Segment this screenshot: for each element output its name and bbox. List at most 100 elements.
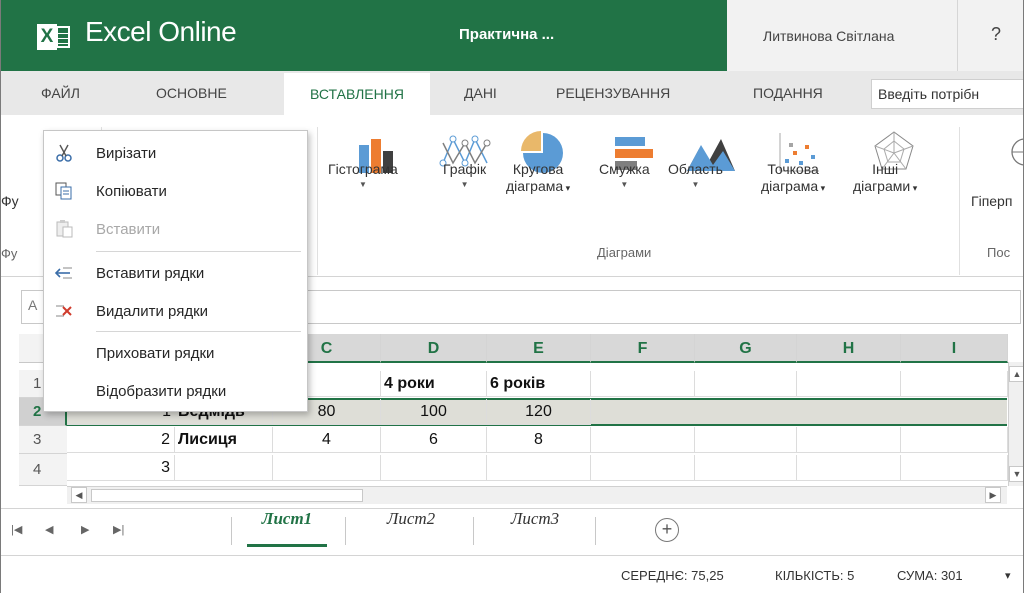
tab-separator: [473, 517, 474, 545]
cell-a4[interactable]: 3: [67, 455, 175, 481]
horizontal-scrollbar[interactable]: ◀ ▶: [67, 486, 1007, 504]
column-chart-button[interactable]: Гістограма ▼: [328, 161, 398, 192]
insert-rows-icon: [54, 267, 72, 279]
menu-separator: [96, 251, 301, 252]
cell-g4[interactable]: [695, 455, 797, 481]
vertical-scrollbar[interactable]: ▲ ▼: [1008, 362, 1023, 486]
cell-e1[interactable]: 6 років: [487, 371, 591, 397]
user-area[interactable]: Литвинова Світлана: [727, 0, 957, 71]
tab-review[interactable]: РЕЦЕНЗУВАННЯ: [556, 71, 670, 115]
ribbon-separator: [317, 127, 318, 275]
menu-item-delete-rows[interactable]: Видалити рядки: [44, 293, 307, 329]
name-box[interactable]: А: [28, 297, 37, 313]
status-average: СЕРЕДНЄ: 75,25: [621, 568, 724, 583]
cell-g3[interactable]: [695, 427, 797, 453]
cell-b4[interactable]: [175, 455, 273, 481]
cell-h1[interactable]: [797, 371, 901, 397]
scroll-down-icon[interactable]: ▼: [1009, 466, 1023, 482]
menu-item-cut[interactable]: Вирізати: [44, 135, 307, 171]
cell-d2[interactable]: 100: [381, 399, 487, 425]
cell-d4[interactable]: [381, 455, 487, 481]
cell-e2[interactable]: 120: [487, 399, 591, 425]
tab-file[interactable]: ФАЙЛ: [41, 71, 80, 115]
paste-icon: [56, 220, 73, 238]
cell-h3[interactable]: [797, 427, 901, 453]
user-name[interactable]: Литвинова Світлана: [763, 28, 894, 44]
menu-item-hide-rows-label: Приховати рядки: [96, 345, 215, 362]
cell-g1[interactable]: [695, 371, 797, 397]
other-charts-button[interactable]: Інші діаграми ▾: [853, 161, 917, 197]
tab-insert[interactable]: ВСТАВЛЕННЯ: [284, 71, 430, 116]
add-sheet-icon[interactable]: +: [655, 518, 679, 542]
help-area[interactable]: ?: [957, 0, 1023, 71]
cell-f3[interactable]: [591, 427, 695, 453]
excel-logo[interactable]: X: [37, 22, 73, 52]
scatter-chart-label-line1: Точкова: [767, 161, 819, 177]
tab-data[interactable]: ДАНІ: [464, 71, 497, 115]
document-title[interactable]: Практична ...: [459, 26, 554, 43]
cell-b3[interactable]: Лисиця: [175, 427, 273, 453]
scroll-left-icon[interactable]: ◀: [71, 487, 87, 503]
app-name[interactable]: Excel Online: [85, 16, 237, 48]
menu-item-copy[interactable]: Копіювати: [44, 173, 307, 209]
menu-item-delete-rows-label: Видалити рядки: [96, 303, 209, 320]
last-sheet-icon[interactable]: ▶|: [113, 523, 124, 536]
scatter-chart-label-line2: діаграма: [761, 178, 819, 194]
row-header-4[interactable]: 4: [19, 454, 67, 486]
excel-logo-letter: X: [37, 24, 57, 50]
scroll-right-icon[interactable]: ▶: [985, 487, 1001, 503]
cell-a3[interactable]: 2: [67, 427, 175, 453]
status-dropdown-icon[interactable]: ▾: [1005, 569, 1011, 582]
cell-i3[interactable]: [901, 427, 1008, 453]
line-chart-label: Графік: [443, 161, 487, 177]
line-chart-button[interactable]: Графік ▼: [443, 161, 486, 192]
cell-i4[interactable]: [901, 455, 1008, 481]
column-header-f[interactable]: F: [591, 334, 695, 363]
previous-sheet-icon[interactable]: ◀: [45, 523, 53, 536]
ribbon-functions-clipped[interactable]: Фу: [1, 193, 19, 210]
sheet-tab-2[interactable]: Лист2: [361, 509, 461, 547]
cell-e4[interactable]: [487, 455, 591, 481]
chevron-down-icon: ▼: [691, 180, 700, 189]
cell-d1[interactable]: 4 роки: [381, 371, 487, 397]
horizontal-scroll-thumb[interactable]: [91, 489, 363, 502]
tab-home[interactable]: ОСНОВНЕ: [156, 71, 227, 115]
cell-e3[interactable]: 8: [487, 427, 591, 453]
chevron-down-icon: ▼: [460, 180, 469, 189]
cell-h4[interactable]: [797, 455, 901, 481]
sheet-tab-1[interactable]: Лист1: [247, 509, 327, 547]
menu-item-paste[interactable]: Вставити: [44, 211, 307, 247]
column-header-i[interactable]: I: [901, 334, 1008, 363]
cell-f4[interactable]: [591, 455, 695, 481]
cell-c3[interactable]: 4: [273, 427, 381, 453]
column-header-d[interactable]: D: [381, 334, 487, 363]
next-sheet-icon[interactable]: ▶: [81, 523, 89, 536]
area-chart-button[interactable]: Область ▼: [668, 161, 723, 192]
sheet-tab-3[interactable]: Лист3: [485, 509, 585, 547]
menu-item-insert-rows-label: Вставити рядки: [96, 265, 205, 282]
column-header-h[interactable]: H: [797, 334, 901, 363]
column-header-g[interactable]: G: [695, 334, 797, 363]
ribbon-tabs: ФАЙЛ ОСНОВНЕ ВСТАВЛЕННЯ ДАНІ РЕЦЕНЗУВАНН…: [1, 71, 1023, 116]
menu-item-unhide-rows[interactable]: Відобразити рядки: [44, 373, 307, 409]
tab-view[interactable]: ПОДАННЯ: [753, 71, 823, 115]
other-charts-label-line2: діаграми: [853, 178, 911, 194]
scatter-chart-button[interactable]: Точкова діаграма ▾: [761, 161, 825, 197]
cell-f1[interactable]: [591, 371, 695, 397]
cell-d3[interactable]: 6: [381, 427, 487, 453]
menu-item-insert-rows[interactable]: Вставити рядки: [44, 255, 307, 291]
menu-item-hide-rows[interactable]: Приховати рядки: [44, 335, 307, 371]
first-sheet-icon[interactable]: |◀: [11, 523, 22, 536]
hyperlink-button[interactable]: Гіперп: [971, 193, 1012, 210]
scroll-up-icon[interactable]: ▲: [1009, 366, 1023, 382]
bar-chart-button[interactable]: Смужка ▼: [599, 161, 650, 192]
cell-c4[interactable]: [273, 455, 381, 481]
pie-chart-button[interactable]: Кругова діаграма ▾: [506, 161, 570, 197]
help-icon[interactable]: ?: [991, 24, 1001, 45]
cell-i1[interactable]: [901, 371, 1008, 397]
column-header-e[interactable]: E: [487, 334, 591, 363]
tab-separator: [595, 517, 596, 545]
sheet-tabs-bar: |◀ ◀ ▶ ▶| Лист1 Лист2 Лист3 +: [1, 508, 1023, 554]
tell-me-input[interactable]: Введіть потрібн: [871, 79, 1023, 109]
row-header-3[interactable]: 3: [19, 426, 67, 454]
